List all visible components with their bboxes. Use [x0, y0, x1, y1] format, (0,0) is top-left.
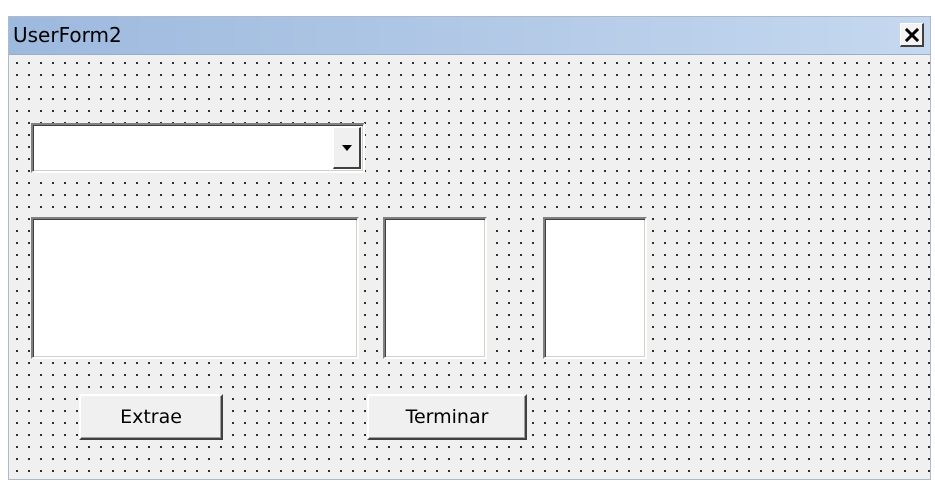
chevron-down-icon [341, 144, 352, 151]
list-box-3[interactable] [543, 217, 647, 359]
form-design-grid: Extrae Terminar [9, 55, 930, 479]
combo-box[interactable] [31, 123, 365, 173]
close-icon [904, 27, 919, 42]
combo-dropdown-button[interactable] [333, 127, 361, 169]
window-title: UserForm2 [13, 23, 122, 47]
list-box-1[interactable] [31, 217, 359, 359]
close-button[interactable] [900, 23, 924, 47]
list-box-2[interactable] [383, 217, 487, 359]
extrae-button[interactable]: Extrae [79, 394, 223, 440]
terminar-button[interactable]: Terminar [367, 394, 527, 440]
title-bar[interactable]: UserForm2 [9, 17, 930, 55]
userform-window: UserForm2 Extrae Terminar [8, 16, 931, 480]
